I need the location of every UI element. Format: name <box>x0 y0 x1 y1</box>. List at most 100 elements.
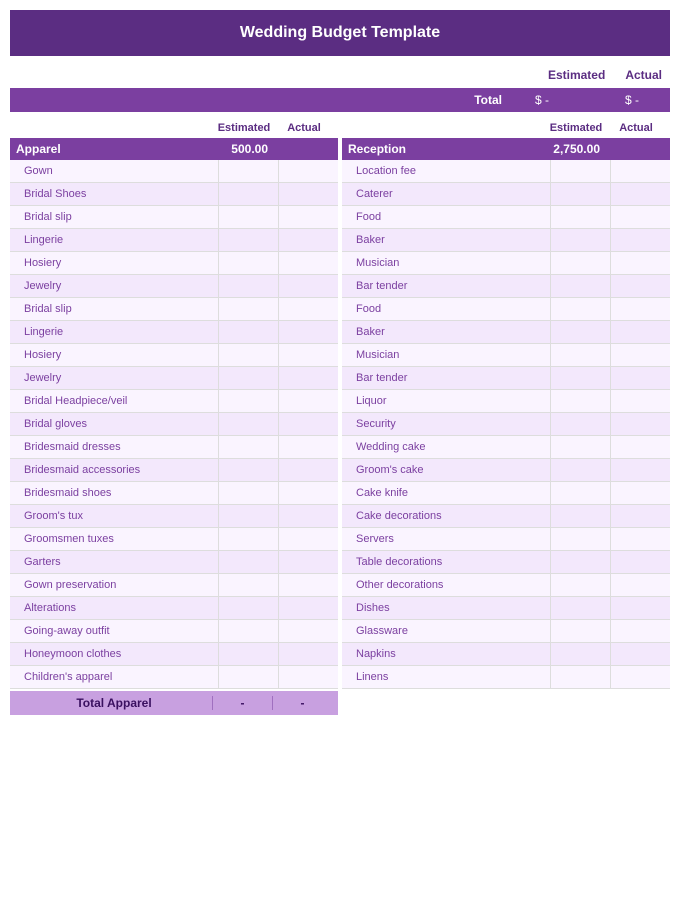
apparel-item-estimated[interactable] <box>218 252 278 274</box>
apparel-item-estimated[interactable] <box>218 321 278 343</box>
apparel-item-label: Hosiery <box>10 347 218 363</box>
reception-item-actual[interactable] <box>610 574 670 596</box>
apparel-item-actual[interactable] <box>278 344 338 366</box>
reception-item-actual[interactable] <box>610 229 670 251</box>
reception-item-estimated[interactable] <box>550 666 610 688</box>
apparel-item-estimated[interactable] <box>218 275 278 297</box>
apparel-item-estimated[interactable] <box>218 482 278 504</box>
apparel-item-actual[interactable] <box>278 298 338 320</box>
apparel-item-actual[interactable] <box>278 183 338 205</box>
apparel-item-estimated[interactable] <box>218 367 278 389</box>
apparel-item-estimated[interactable] <box>218 505 278 527</box>
apparel-item-label: Bridal slip <box>10 209 218 225</box>
reception-item-estimated[interactable] <box>550 344 610 366</box>
apparel-item-actual[interactable] <box>278 436 338 458</box>
reception-item-actual[interactable] <box>610 597 670 619</box>
apparel-item-actual[interactable] <box>278 620 338 642</box>
reception-row: Food <box>342 206 670 229</box>
apparel-item-actual[interactable] <box>278 666 338 688</box>
reception-item-estimated[interactable] <box>550 298 610 320</box>
reception-item-actual[interactable] <box>610 528 670 550</box>
reception-item-estimated[interactable] <box>550 206 610 228</box>
reception-item-actual[interactable] <box>610 459 670 481</box>
apparel-item-actual[interactable] <box>278 413 338 435</box>
reception-item-actual[interactable] <box>610 482 670 504</box>
apparel-item-estimated[interactable] <box>218 574 278 596</box>
apparel-item-actual[interactable] <box>278 367 338 389</box>
reception-item-estimated[interactable] <box>550 459 610 481</box>
reception-item-estimated[interactable] <box>550 183 610 205</box>
reception-item-actual[interactable] <box>610 344 670 366</box>
total-bar-estimated: $ - <box>502 93 582 107</box>
apparel-item-actual[interactable] <box>278 160 338 182</box>
reception-item-actual[interactable] <box>610 436 670 458</box>
reception-item-estimated[interactable] <box>550 252 610 274</box>
reception-item-actual[interactable] <box>610 298 670 320</box>
apparel-item-estimated[interactable] <box>218 206 278 228</box>
apparel-item-actual[interactable] <box>278 528 338 550</box>
reception-item-actual[interactable] <box>610 505 670 527</box>
reception-item-estimated[interactable] <box>550 551 610 573</box>
reception-item-estimated[interactable] <box>550 321 610 343</box>
reception-item-actual[interactable] <box>610 275 670 297</box>
apparel-item-actual[interactable] <box>278 252 338 274</box>
apparel-item-estimated[interactable] <box>218 183 278 205</box>
reception-item-estimated[interactable] <box>550 413 610 435</box>
apparel-item-actual[interactable] <box>278 643 338 665</box>
reception-item-actual[interactable] <box>610 666 670 688</box>
apparel-item-actual[interactable] <box>278 459 338 481</box>
reception-item-actual[interactable] <box>610 367 670 389</box>
reception-item-estimated[interactable] <box>550 505 610 527</box>
reception-item-estimated[interactable] <box>550 574 610 596</box>
apparel-item-actual[interactable] <box>278 551 338 573</box>
apparel-item-estimated[interactable] <box>218 229 278 251</box>
apparel-item-actual[interactable] <box>278 482 338 504</box>
apparel-item-estimated[interactable] <box>218 459 278 481</box>
apparel-item-estimated[interactable] <box>218 344 278 366</box>
apparel-item-estimated[interactable] <box>218 643 278 665</box>
apparel-item-estimated[interactable] <box>218 298 278 320</box>
reception-item-label: Bar tender <box>342 278 550 294</box>
apparel-item-estimated[interactable] <box>218 620 278 642</box>
reception-item-estimated[interactable] <box>550 436 610 458</box>
apparel-item-actual[interactable] <box>278 321 338 343</box>
reception-item-label: Bar tender <box>342 370 550 386</box>
reception-row: Baker <box>342 321 670 344</box>
reception-item-actual[interactable] <box>610 321 670 343</box>
reception-item-estimated[interactable] <box>550 528 610 550</box>
reception-item-estimated[interactable] <box>550 275 610 297</box>
apparel-item-actual[interactable] <box>278 275 338 297</box>
apparel-item-actual[interactable] <box>278 206 338 228</box>
apparel-item-actual[interactable] <box>278 229 338 251</box>
apparel-item-actual[interactable] <box>278 574 338 596</box>
apparel-item-estimated[interactable] <box>218 160 278 182</box>
reception-item-estimated[interactable] <box>550 367 610 389</box>
reception-item-actual[interactable] <box>610 413 670 435</box>
reception-item-estimated[interactable] <box>550 229 610 251</box>
apparel-item-actual[interactable] <box>278 597 338 619</box>
apparel-item-estimated[interactable] <box>218 390 278 412</box>
reception-item-actual[interactable] <box>610 252 670 274</box>
reception-item-estimated[interactable] <box>550 620 610 642</box>
reception-item-actual[interactable] <box>610 206 670 228</box>
reception-item-actual[interactable] <box>610 620 670 642</box>
reception-item-estimated[interactable] <box>550 597 610 619</box>
reception-item-actual[interactable] <box>610 160 670 182</box>
apparel-item-estimated[interactable] <box>218 436 278 458</box>
apparel-item-actual[interactable] <box>278 390 338 412</box>
reception-item-actual[interactable] <box>610 551 670 573</box>
reception-item-estimated[interactable] <box>550 482 610 504</box>
reception-item-estimated[interactable] <box>550 390 610 412</box>
apparel-item-estimated[interactable] <box>218 413 278 435</box>
reception-item-actual[interactable] <box>610 643 670 665</box>
reception-item-actual[interactable] <box>610 183 670 205</box>
apparel-item-estimated[interactable] <box>218 551 278 573</box>
reception-row: Groom's cake <box>342 459 670 482</box>
apparel-item-estimated[interactable] <box>218 666 278 688</box>
reception-item-estimated[interactable] <box>550 643 610 665</box>
reception-item-estimated[interactable] <box>550 160 610 182</box>
reception-item-actual[interactable] <box>610 390 670 412</box>
apparel-item-actual[interactable] <box>278 505 338 527</box>
apparel-item-estimated[interactable] <box>218 528 278 550</box>
apparel-item-estimated[interactable] <box>218 597 278 619</box>
